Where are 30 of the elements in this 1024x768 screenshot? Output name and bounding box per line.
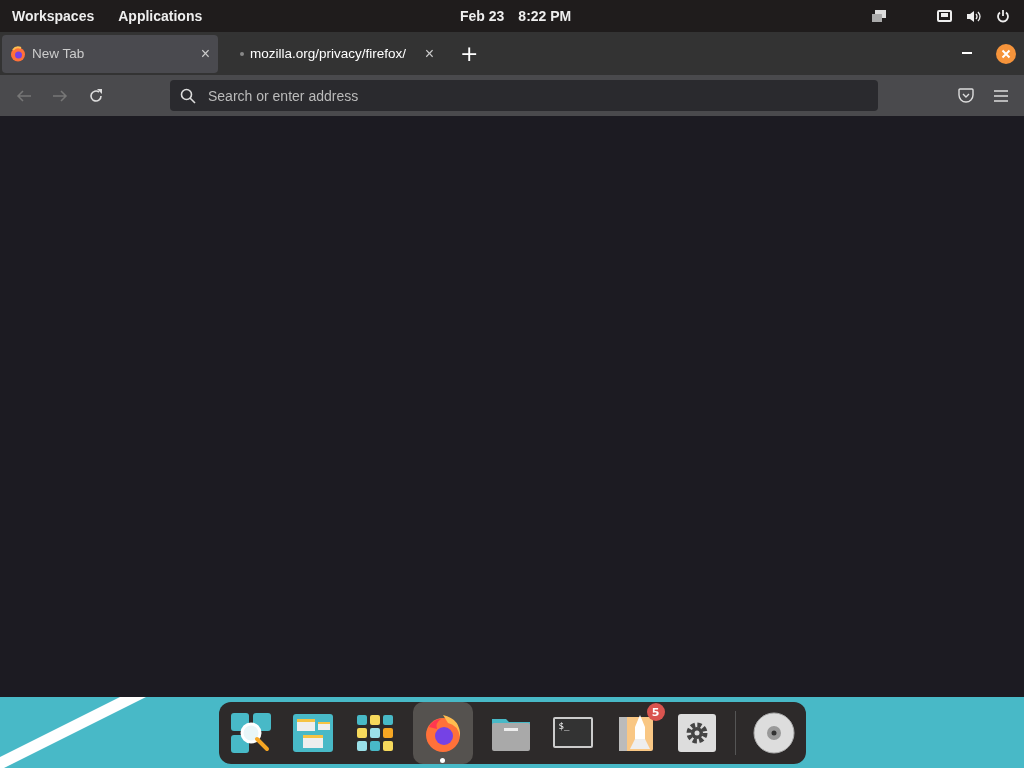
menu-item[interactable]: Workspaces: [12, 8, 95, 24]
clock-text[interactable]: 8:22 PM: [518, 8, 572, 24]
close-tab-button[interactable]: ×: [424, 44, 434, 63]
close-icon[interactable]: [996, 43, 1016, 64]
close-tab-button[interactable]: ×: [200, 44, 210, 63]
menu-icon[interactable]: [994, 89, 1008, 102]
browser-logo-icon: [10, 45, 26, 62]
display-icon[interactable]: [871, 9, 887, 23]
loading-dot-icon: [240, 51, 244, 56]
pocket-icon[interactable]: [958, 88, 974, 103]
tab-label: New Tab: [32, 46, 86, 61]
power-icon[interactable]: [996, 9, 1010, 23]
new-tab-button[interactable]: +: [452, 41, 487, 66]
window-manager-icon[interactable]: [290, 711, 335, 755]
tab-label: mozilla.org/privacy/firefox/: [250, 46, 408, 61]
address-bar[interactable]: Search or enter address: [170, 80, 878, 111]
network-icon[interactable]: [937, 10, 952, 22]
volume-icon[interactable]: [966, 9, 982, 23]
browser-tab[interactable]: mozilla.org/privacy/firefox/ ×: [226, 34, 442, 73]
reload-icon[interactable]: [88, 87, 104, 104]
menu-item[interactable]: Applications: [118, 8, 203, 24]
minimize-icon[interactable]: [962, 52, 972, 55]
running-indicator-icon: [440, 758, 445, 763]
search-app-icon[interactable]: [228, 711, 273, 755]
notification-badge: 5: [646, 703, 665, 721]
date-text[interactable]: Feb 23: [460, 8, 505, 24]
terminal-prompt-text: $_: [558, 721, 570, 731]
search-icon: [180, 87, 196, 104]
disc-icon[interactable]: [751, 711, 796, 755]
browser-tab[interactable]: New Tab ×: [2, 34, 218, 73]
